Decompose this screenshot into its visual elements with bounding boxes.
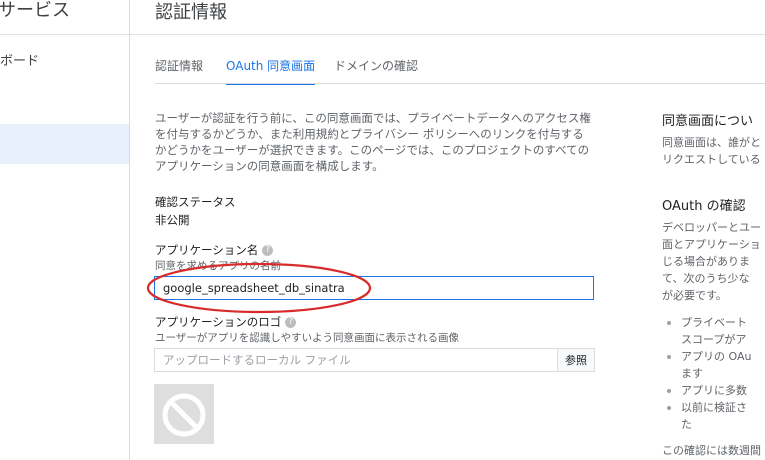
app-name-input[interactable]	[154, 276, 594, 300]
oauth-text-line-5: が必要です。	[662, 289, 727, 302]
logo-file-input[interactable]	[154, 348, 558, 372]
list-item: アプリの OAu	[662, 348, 765, 365]
app-name-label-row: アプリケーション名?	[155, 242, 274, 258]
tabs-divider	[155, 83, 765, 84]
verification-note: この確認には数週間	[662, 444, 761, 457]
oauth-text-line-2: 面とアプリケーショ	[662, 238, 761, 251]
oauth-text-line-3: じる場合がありま	[662, 255, 750, 268]
sidebar-title: サービス	[0, 0, 70, 21]
list-item-continuation: た	[681, 418, 692, 431]
help-icon[interactable]: ?	[262, 245, 274, 256]
no-image-icon	[162, 393, 206, 437]
consent-text-line-1: 同意画面は、誰がと	[662, 136, 761, 149]
list-item: プライベート	[662, 314, 765, 331]
header-divider	[130, 34, 765, 35]
oauth-text-line-4: て、次のうち少な	[662, 272, 750, 285]
list-item: スコープがア	[662, 331, 765, 348]
app-name-label: アプリケーション名	[155, 243, 259, 257]
app-name-hint: 同意を求めるアプリの名前	[155, 260, 281, 272]
logo-label: アプリケーションのロゴ	[155, 315, 282, 329]
consent-heading: 同意画面につい	[662, 114, 754, 129]
list-item-continuation: スコープがア	[681, 333, 747, 346]
logo-placeholder[interactable]	[154, 384, 214, 444]
status-value: 非公開	[155, 213, 190, 227]
requirements-list: プライベート スコープがア アプリの OAu ます アプリに多数 以前に検証さ …	[662, 314, 765, 433]
sidebar-divider	[0, 34, 129, 35]
list-item: ます	[662, 365, 765, 382]
sidebar-item-credentials[interactable]	[0, 124, 129, 164]
logo-label-row: アプリケーションのロゴ?	[155, 314, 297, 330]
page-title: 認証情報	[155, 2, 227, 23]
browse-button[interactable]: 参照	[557, 348, 595, 372]
list-item-continuation: ます	[681, 367, 703, 380]
oauth-text-line-1: デベロッパーとユー	[662, 221, 761, 234]
oauth-heading: OAuth の確認	[662, 199, 746, 214]
tab-oauth-consent[interactable]: OAuth 同意画面	[226, 54, 316, 85]
list-item: 以前に検証さ	[662, 399, 765, 416]
logo-hint: ユーザーがアプリを認識しやすいよう同意画面に表示される画像	[155, 332, 459, 344]
intro-text: ユーザーが認証を行う前に、この同意画面では、プライベートデータへのアクセス権を付…	[155, 111, 591, 173]
status-label: 確認ステータス	[155, 195, 236, 209]
sidebar-item-dashboard[interactable]: ボード	[0, 52, 129, 72]
list-item: アプリに多数	[662, 382, 765, 399]
sidebar: サービス ボード	[0, 0, 130, 460]
consent-text-line-2: リクエストしている	[662, 153, 761, 166]
tab-domain-verification[interactable]: ドメインの確認	[334, 54, 418, 83]
list-item: た	[662, 416, 765, 433]
help-icon[interactable]: ?	[285, 317, 297, 328]
tab-credentials[interactable]: 認証情報	[155, 54, 203, 83]
